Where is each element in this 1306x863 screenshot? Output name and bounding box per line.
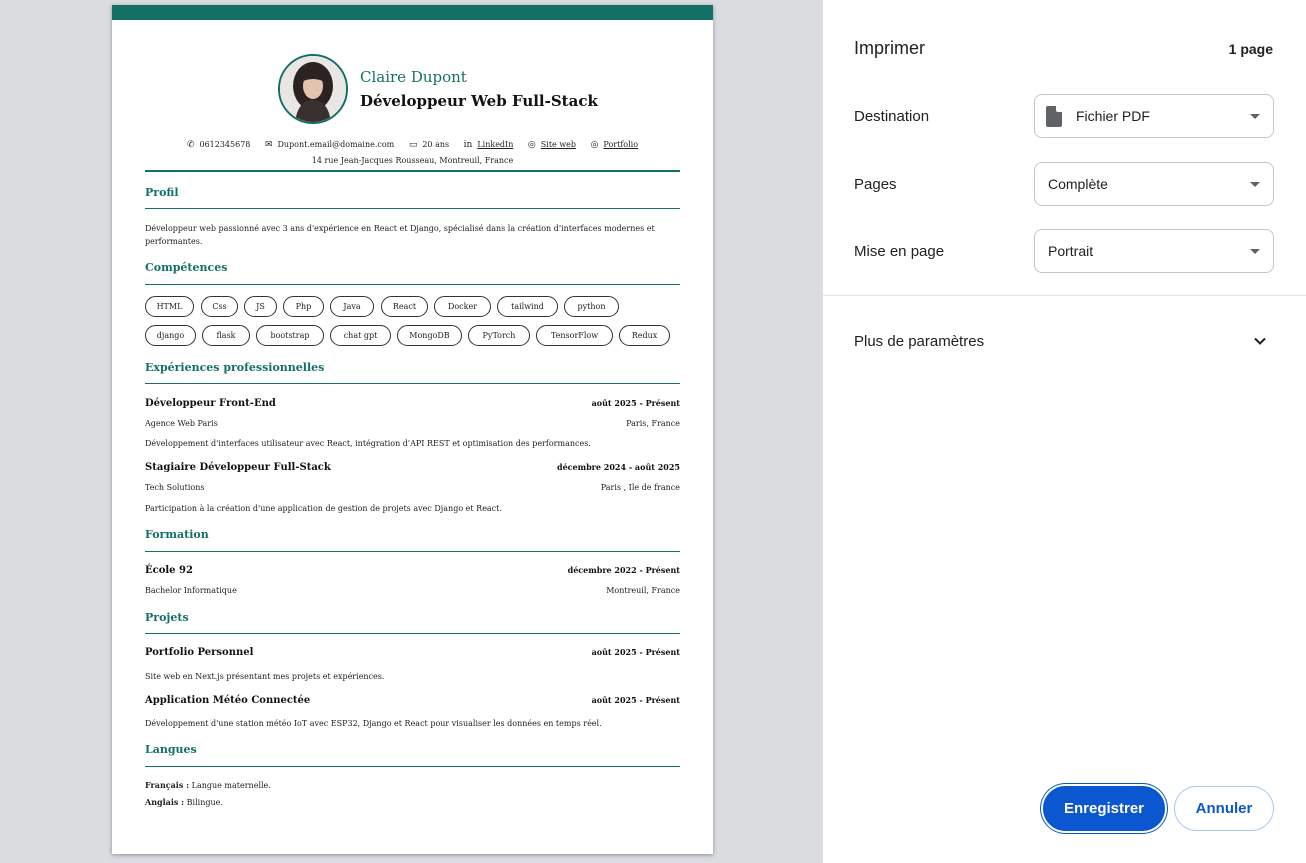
layout-label: Mise en page xyxy=(854,243,945,260)
education-location: Montreuil, France xyxy=(606,586,680,595)
skill-chip: python xyxy=(564,296,619,317)
avatar xyxy=(278,54,348,124)
pages-select[interactable]: Complète xyxy=(1034,162,1274,206)
section-heading-experience: Expériences professionnelles xyxy=(145,361,325,374)
section-divider xyxy=(145,383,680,384)
layout-select[interactable]: Portrait xyxy=(1034,229,1274,273)
skill-chip: flask xyxy=(202,325,250,346)
skill-chip: tailwind xyxy=(497,296,558,317)
profile-text: Développeur web passionné avec 3 ans d'e… xyxy=(145,224,655,246)
skill-chip: Php xyxy=(283,296,324,317)
language-item: Anglais : Bilingue. xyxy=(145,796,680,809)
job-company: Tech Solutions xyxy=(145,483,205,492)
cancel-button[interactable]: Annuler xyxy=(1174,786,1274,831)
job-title: Développeur Front-End xyxy=(145,398,276,409)
contact-site-link[interactable]: Site web xyxy=(541,137,576,152)
job-location: Paris , Ile de france xyxy=(600,483,680,492)
education-dates: décembre 2022 - Présent xyxy=(567,565,680,575)
job-description: Développement d'interfaces utilisateur a… xyxy=(145,439,591,448)
skill-chip: PyTorch xyxy=(468,325,530,346)
section-heading-education: Formation xyxy=(145,528,209,541)
project-description: Développement d'une station météo IoT av… xyxy=(145,719,602,728)
contact-block: ✆ 0612345678 ✉ Dupont.email@domaine.com ▭ 2… xyxy=(145,137,680,168)
section-heading-skills: Compétences xyxy=(145,261,228,274)
skill-chip: TensorFlow xyxy=(536,325,613,346)
contact-address: 14 rue Jean-Jacques Rousseau, Montreuil,… xyxy=(311,156,514,165)
save-button[interactable]: Enregistrer xyxy=(1043,786,1165,831)
globe-icon: ◎ xyxy=(590,140,599,150)
job-dates: décembre 2024 - août 2025 xyxy=(556,462,680,472)
job-title: Stagiaire Développeur Full-Stack xyxy=(145,462,331,473)
skill-chip: JS xyxy=(244,296,277,317)
print-settings-panel: Imprimer 1 page Destination Fichier PDF … xyxy=(822,0,1306,863)
language-level: Langue maternelle. xyxy=(191,781,271,790)
destination-select[interactable]: Fichier PDF xyxy=(1034,94,1274,138)
skill-chip: chat gpt xyxy=(330,325,391,346)
print-preview-area: Claire Dupont Développeur Web Full-Stack… xyxy=(0,0,822,863)
calendar-icon: ▭ xyxy=(408,140,418,150)
header-divider xyxy=(145,170,680,172)
project-dates: août 2025 - Présent xyxy=(591,647,680,657)
project-description: Site web en Next.js présentant mes proje… xyxy=(145,672,385,681)
dialog-title: Imprimer xyxy=(854,38,925,58)
page-top-accent-bar xyxy=(112,5,713,20)
skill-chip: Css xyxy=(201,296,238,317)
resume-role: Développeur Web Full-Stack xyxy=(360,92,598,110)
skill-chip: bootstrap xyxy=(256,325,324,346)
skill-chip: Redux xyxy=(619,325,670,346)
pages-label: Pages xyxy=(854,176,897,193)
section-divider xyxy=(145,766,680,767)
skill-chip: HTML xyxy=(145,296,194,317)
linkedin-icon: in xyxy=(463,140,473,150)
section-heading-languages: Langues xyxy=(145,743,197,756)
job-company: Agence Web Paris xyxy=(145,419,218,428)
globe-icon: ◎ xyxy=(527,140,536,150)
skill-chip: django xyxy=(145,325,196,346)
destination-value: Fichier PDF xyxy=(1076,108,1150,124)
skill-chip: React xyxy=(381,296,428,317)
education-school: École 92 xyxy=(145,565,193,576)
section-divider xyxy=(145,551,680,552)
section-heading-projects: Projets xyxy=(145,611,189,624)
project-title: Portfolio Personnel xyxy=(145,647,254,658)
resume-name: Claire Dupont xyxy=(360,68,467,86)
page-count: 1 page xyxy=(1228,41,1273,57)
chevron-down-icon[interactable] xyxy=(1253,334,1267,348)
job-description: Participation à la création d'une applic… xyxy=(145,504,502,513)
skill-chip: MongoDB xyxy=(397,325,462,346)
job-dates: août 2025 - Présent xyxy=(591,398,680,408)
language-level: Bilingue. xyxy=(186,798,223,807)
document-icon xyxy=(1046,106,1062,127)
mail-icon: ✉ xyxy=(264,140,273,150)
contact-age: 20 ans xyxy=(422,140,450,149)
language-name: Anglais : xyxy=(145,797,185,807)
section-heading-profile: Profil xyxy=(145,186,179,199)
contact-phone: 0612345678 xyxy=(199,140,251,149)
settings-divider xyxy=(823,295,1306,296)
contact-linkedin-link[interactable]: LinkedIn xyxy=(477,137,513,152)
language-item: Français : Langue maternelle. xyxy=(145,779,680,792)
section-divider xyxy=(145,284,680,285)
project-title: Application Météo Connectée xyxy=(145,695,311,706)
skill-chip: Java xyxy=(330,296,374,317)
destination-label: Destination xyxy=(854,108,930,125)
education-degree: Bachelor Informatique xyxy=(145,586,237,595)
layout-value: Portrait xyxy=(1048,243,1094,259)
skill-chip: Docker xyxy=(434,296,491,317)
section-divider xyxy=(145,208,680,209)
phone-icon: ✆ xyxy=(186,140,195,150)
more-settings-toggle[interactable]: Plus de paramètres xyxy=(854,333,984,350)
project-dates: août 2025 - Présent xyxy=(591,695,680,705)
dropdown-caret-icon xyxy=(1250,114,1260,119)
contact-email: Dupont.email@domaine.com xyxy=(277,140,395,149)
dropdown-caret-icon xyxy=(1250,182,1260,187)
language-name: Français : xyxy=(145,780,190,790)
resume-header: Claire Dupont Développeur Web Full-Stack xyxy=(112,54,713,124)
section-divider xyxy=(145,633,680,634)
job-location: Paris, France xyxy=(626,419,680,428)
pages-value: Complète xyxy=(1048,176,1108,192)
dropdown-caret-icon xyxy=(1250,249,1260,254)
contact-portfolio-link[interactable]: Portfolio xyxy=(603,137,638,152)
preview-page: Claire Dupont Développeur Web Full-Stack… xyxy=(112,5,713,854)
